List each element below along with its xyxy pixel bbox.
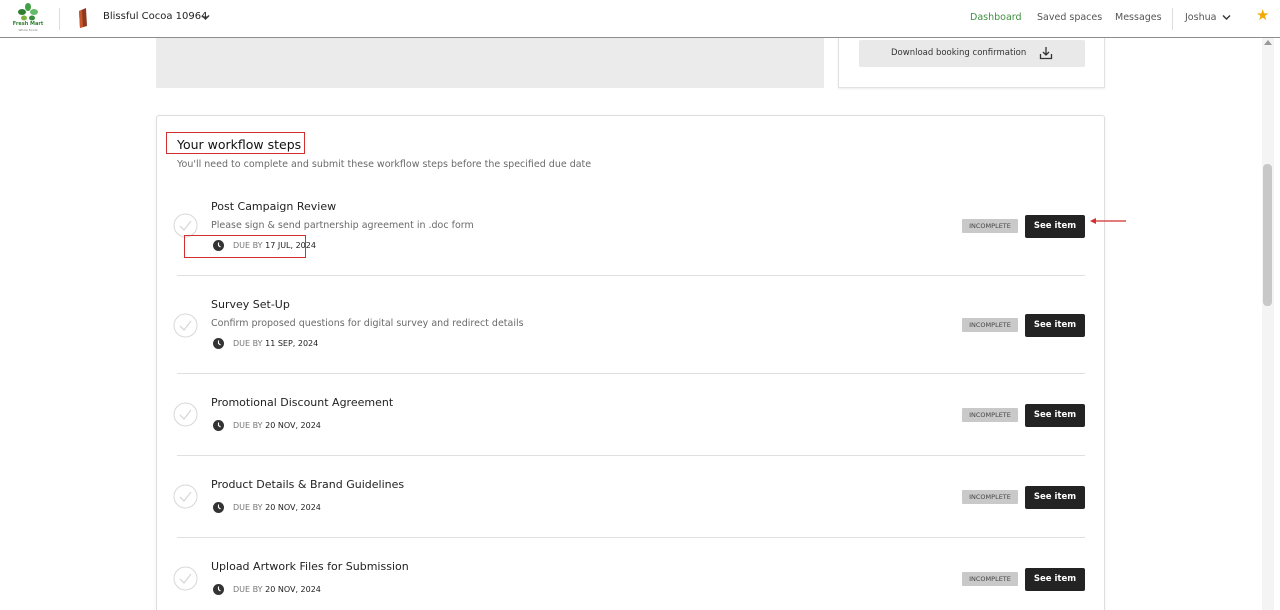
workflow-step: Survey Set-Up Confirm proposed questions… [173, 276, 1085, 374]
star-icon[interactable]: ★ [1256, 8, 1269, 23]
scrollbar-thumb[interactable] [1263, 164, 1272, 306]
title-highlight-box [166, 132, 305, 154]
download-label: Download booking confirmation [891, 48, 1027, 58]
header-divider [1172, 8, 1173, 30]
chevron-down-icon[interactable] [200, 12, 211, 23]
booking-card: Download booking confirmation [838, 38, 1105, 88]
scrollbar-track[interactable] [1262, 38, 1274, 610]
due-label: DUE BY 20 NOV, 2024 [233, 503, 321, 512]
check-circle-icon[interactable] [173, 313, 198, 338]
step-title: Survey Set-Up [211, 298, 290, 311]
leaf-logo-icon [18, 3, 38, 21]
check-circle-icon[interactable] [173, 484, 198, 509]
status-badge: INCOMPLETE [962, 572, 1018, 586]
clock-icon [213, 338, 224, 349]
status-badge: INCOMPLETE [962, 490, 1018, 504]
fresh-mart-logo[interactable]: Fresh Mart Whole Foods [12, 3, 44, 33]
due-date-value: 11 SEP, 2024 [265, 339, 319, 348]
status-badge: INCOMPLETE [962, 318, 1018, 332]
see-item-button[interactable]: See item [1025, 314, 1085, 337]
see-item-button[interactable]: See item [1025, 486, 1085, 509]
scroll-up-icon[interactable] [1264, 40, 1272, 45]
top-header: Fresh Mart Whole Foods Blissful Cocoa 10… [0, 0, 1280, 38]
chevron-down-icon[interactable] [1221, 12, 1232, 23]
workflow-step: Promotional Discount Agreement DUE BY 20… [173, 374, 1085, 456]
see-item-button[interactable]: See item [1025, 568, 1085, 591]
nav-dashboard[interactable]: Dashboard [970, 12, 1022, 23]
clock-icon [213, 420, 224, 431]
workflow-subtitle: You'll need to complete and submit these… [177, 159, 592, 170]
nav-messages[interactable]: Messages [1115, 12, 1162, 23]
download-booking-button[interactable]: Download booking confirmation [859, 40, 1085, 67]
see-item-button[interactable]: See item [1025, 404, 1085, 427]
status-badge: INCOMPLETE [962, 408, 1018, 422]
logo-name: Fresh Mart [12, 21, 44, 27]
step-title: Product Details & Brand Guidelines [211, 478, 405, 491]
user-menu[interactable]: Joshua [1185, 12, 1216, 23]
step-title: Upload Artwork Files for Submission [211, 560, 409, 573]
workflow-step: Post Campaign Review Please sign & send … [173, 191, 1085, 276]
see-item-button[interactable]: See item [1025, 215, 1085, 238]
step-description: Please sign & send partnership agreement… [211, 220, 474, 231]
step-title: Post Campaign Review [211, 200, 337, 213]
due-date-value: 20 NOV, 2024 [265, 585, 321, 594]
nav-saved-spaces[interactable]: Saved spaces [1037, 12, 1102, 23]
due-label: DUE BY 20 NOV, 2024 [233, 585, 321, 594]
arrow-left-icon [1090, 218, 1126, 224]
check-circle-icon[interactable] [173, 566, 198, 591]
media-placeholder [156, 38, 824, 88]
due-date-highlight-box [184, 235, 306, 258]
due-date-value: 20 NOV, 2024 [265, 503, 321, 512]
status-badge: INCOMPLETE [962, 219, 1018, 233]
logo-tagline: Whole Foods [18, 28, 38, 32]
check-circle-icon[interactable] [173, 402, 198, 427]
due-label: DUE BY 20 NOV, 2024 [233, 421, 321, 430]
header-divider [59, 8, 60, 30]
download-icon [1039, 47, 1053, 60]
workflow-step: Product Details & Brand Guidelines DUE B… [173, 456, 1085, 538]
brand-name[interactable]: Blissful Cocoa 10964 [103, 11, 208, 22]
step-title: Promotional Discount Agreement [211, 396, 394, 409]
brand-product-icon [79, 8, 87, 28]
due-label: DUE BY 11 SEP, 2024 [233, 339, 319, 348]
workflow-card: Your workflow steps You'll need to compl… [156, 115, 1105, 610]
clock-icon [213, 584, 224, 595]
clock-icon [213, 502, 224, 513]
due-date-value: 20 NOV, 2024 [265, 421, 321, 430]
workflow-step: Upload Artwork Files for Submission DUE … [173, 538, 1085, 610]
step-description: Confirm proposed questions for digital s… [211, 318, 524, 329]
